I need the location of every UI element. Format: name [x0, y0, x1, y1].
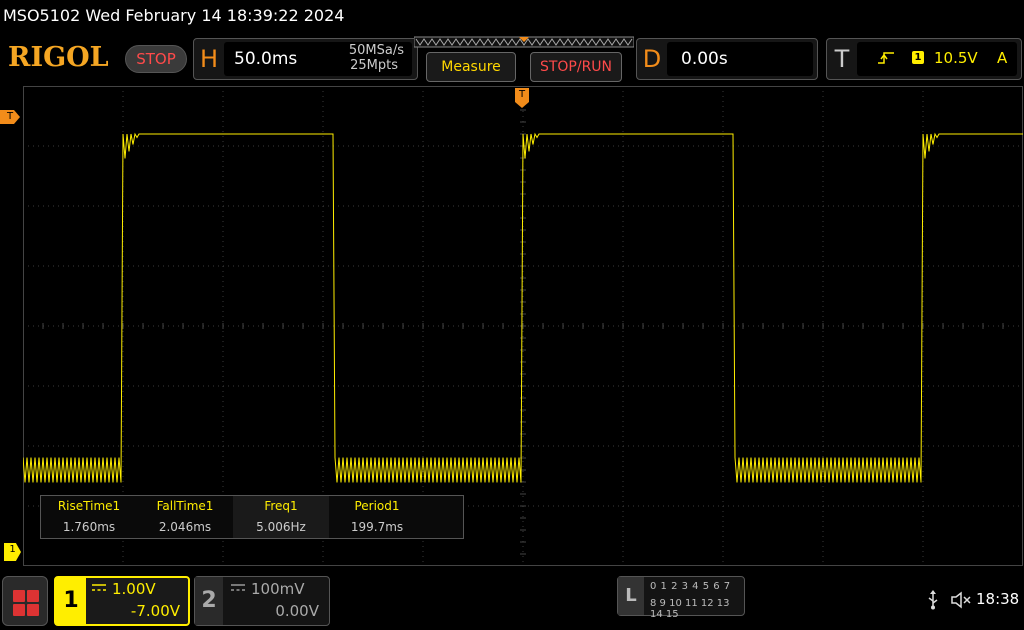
digital-channels-row2: 8 9 10 11 12 13 14 15: [650, 598, 730, 620]
measurement-label: Freq1: [233, 496, 329, 517]
measurement-value: 5.006Hz: [233, 517, 329, 538]
horizontal-value-box: 50.0ms 50MSa/s 25Mpts: [224, 42, 412, 76]
memory-position-indicator: [414, 36, 634, 48]
measurement-label: FallTime1: [156, 499, 214, 513]
stop-run-button[interactable]: STOP/RUN: [530, 52, 622, 82]
measure-button[interactable]: Measure: [426, 52, 516, 82]
title-bar: MSO5102 Wed February 14 18:39:22 2024: [0, 0, 1024, 34]
trigger-level-marker[interactable]: T: [0, 110, 20, 124]
measurement-rise-time: RiseTime1 1.760ms: [41, 496, 137, 538]
main-menu-button[interactable]: [2, 576, 48, 626]
title-text: MSO5102 Wed February 14 18:39:22 2024: [3, 6, 345, 25]
horizontal-panel[interactable]: H 50.0ms 50MSa/s 25Mpts: [193, 38, 418, 80]
menu-grid-icon: [13, 590, 39, 616]
measurement-label: RiseTime1: [57, 499, 121, 513]
sample-rate: 50MSa/s: [348, 43, 404, 58]
trigger-mode: A: [997, 49, 1008, 67]
channel1-ground-marker[interactable]: 1: [4, 543, 21, 561]
trigger-level: 10.5V: [934, 49, 978, 67]
waveform-display[interactable]: [23, 86, 1023, 566]
channel2-scale: 100mV: [251, 580, 305, 598]
delay-value: 0.00s: [681, 49, 728, 69]
channel2-number: 2: [195, 577, 223, 625]
channel2-offset: 0.00V: [275, 602, 319, 620]
measurement-label: Period1: [354, 499, 400, 513]
trigger-value-box: 1 10.5V A: [857, 42, 1017, 76]
rising-edge-icon: [878, 52, 894, 64]
speaker-muted-icon[interactable]: [950, 591, 972, 609]
logic-analyzer-panel[interactable]: L 0 1 2 3 4 5 6 7 8 9 10 11 12 13 14 15: [617, 576, 745, 620]
measurement-value: 2.046ms: [158, 520, 212, 534]
delay-value-box: 0.00s: [667, 42, 813, 76]
delay-letter: D: [642, 45, 662, 73]
usb-icon: [928, 590, 938, 610]
channel1-offset: -7.00V: [130, 602, 180, 620]
measurement-fall-time: FallTime1 2.046ms: [137, 496, 233, 538]
dc-coupling-icon: [231, 584, 245, 591]
measurement-period: Period1 199.7ms: [329, 496, 425, 538]
trigger-letter: T: [834, 45, 850, 73]
digital-channels-row1: 0 1 2 3 4 5 6 7: [650, 581, 731, 592]
trigger-source-badge: 1: [912, 51, 924, 64]
logic-analyzer-letter: L: [618, 577, 644, 615]
channel1-panel[interactable]: 1 1.00V -7.00V: [54, 576, 190, 626]
rigol-logo: RIGOL: [8, 42, 109, 73]
dc-coupling-icon: [92, 584, 106, 591]
channel1-number: 1: [56, 578, 86, 624]
measurement-table: RiseTime1 1.760ms FallTime1 2.046ms Freq…: [40, 495, 464, 539]
bottom-bar: 1 1.00V -7.00V 2 100mV 0.00V L 0 1 2 3 4…: [0, 574, 1024, 630]
horizontal-letter: H: [199, 45, 219, 73]
measurement-value: 1.760ms: [62, 520, 116, 534]
timebase-value: 50.0ms: [234, 49, 298, 69]
measurement-freq: Freq1 5.006Hz: [233, 496, 329, 538]
memory-depth: 25Mpts: [350, 58, 398, 73]
delay-panel[interactable]: D 0.00s: [636, 38, 818, 80]
clock: 18:38: [976, 590, 1020, 608]
trigger-panel[interactable]: T 1 10.5V A: [826, 38, 1022, 80]
top-toolbar: RIGOL STOP H 50.0ms 50MSa/s 25Mpts Measu…: [0, 36, 1024, 84]
run-status-button[interactable]: STOP: [125, 45, 187, 73]
measurement-value: 199.7ms: [350, 520, 404, 534]
channel1-scale: 1.00V: [112, 580, 156, 598]
channel2-panel[interactable]: 2 100mV 0.00V: [194, 576, 330, 626]
